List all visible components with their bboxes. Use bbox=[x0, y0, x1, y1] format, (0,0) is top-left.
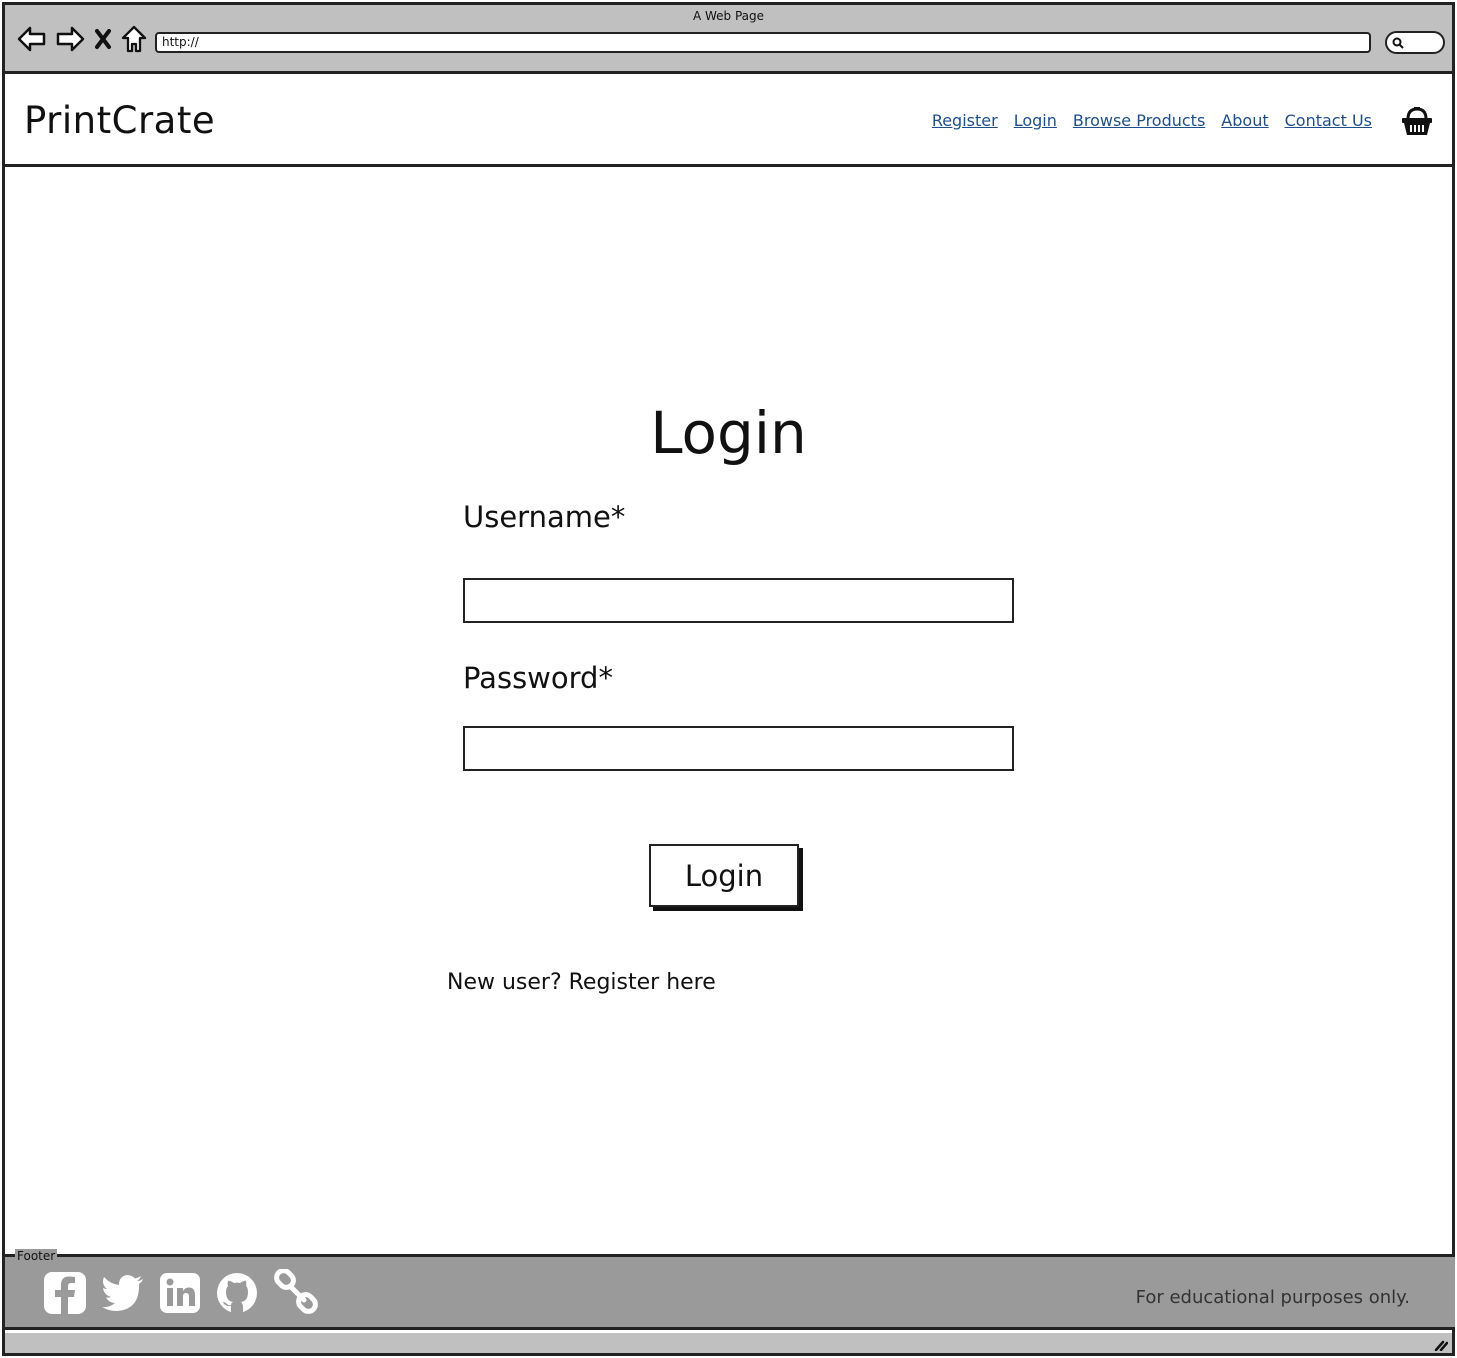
brand-logo[interactable]: PrintCrate bbox=[24, 99, 215, 142]
site-header: PrintCrate Register Login Browse Product… bbox=[5, 77, 1452, 167]
home-icon[interactable] bbox=[121, 25, 147, 53]
social-links bbox=[43, 1268, 321, 1321]
username-label: Username* bbox=[463, 500, 626, 534]
register-link[interactable]: New user? Register here bbox=[447, 970, 716, 995]
page-title: Login bbox=[650, 399, 807, 467]
back-arrow-icon[interactable] bbox=[17, 25, 47, 53]
nav-link-register[interactable]: Register bbox=[932, 111, 998, 130]
footer-note: For educational purposes only. bbox=[1135, 1287, 1410, 1308]
shopping-basket-icon[interactable] bbox=[1400, 105, 1434, 141]
search-icon bbox=[1392, 37, 1404, 49]
nav-link-contact-us[interactable]: Contact Us bbox=[1285, 111, 1372, 130]
nav-link-browse-products[interactable]: Browse Products bbox=[1073, 111, 1205, 130]
login-button[interactable]: Login bbox=[649, 844, 799, 907]
password-label: Password* bbox=[463, 661, 613, 695]
window-title: A Web Page bbox=[692, 9, 765, 23]
link-icon[interactable] bbox=[273, 1268, 321, 1321]
password-input[interactable] bbox=[463, 726, 1014, 771]
browser-status-bar bbox=[5, 1333, 1452, 1353]
nav-link-about[interactable]: About bbox=[1221, 111, 1268, 130]
browser-search-input[interactable] bbox=[1385, 31, 1445, 54]
url-input[interactable]: http:// bbox=[155, 32, 1371, 53]
login-page: Login Username* Password* Login New user… bbox=[5, 167, 1452, 1249]
footer: Footer For educational purposes only. bbox=[5, 1249, 1455, 1330]
twitter-icon[interactable] bbox=[101, 1273, 145, 1317]
resize-grip-icon[interactable] bbox=[1434, 1336, 1449, 1355]
linkedin-icon[interactable] bbox=[159, 1272, 201, 1318]
facebook-icon[interactable] bbox=[43, 1271, 87, 1319]
nav-link-login[interactable]: Login bbox=[1014, 111, 1057, 130]
username-input[interactable] bbox=[463, 578, 1014, 623]
main-nav: Register Login Browse Products About Con… bbox=[932, 111, 1372, 130]
browser-window: A Web Page http:// PrintCrate Register L… bbox=[2, 2, 1455, 1356]
forward-arrow-icon[interactable] bbox=[55, 25, 85, 53]
footer-label: Footer bbox=[15, 1249, 58, 1263]
github-icon[interactable] bbox=[215, 1271, 259, 1319]
stop-x-icon[interactable] bbox=[93, 27, 113, 51]
browser-toolbar: A Web Page http:// bbox=[5, 5, 1452, 74]
